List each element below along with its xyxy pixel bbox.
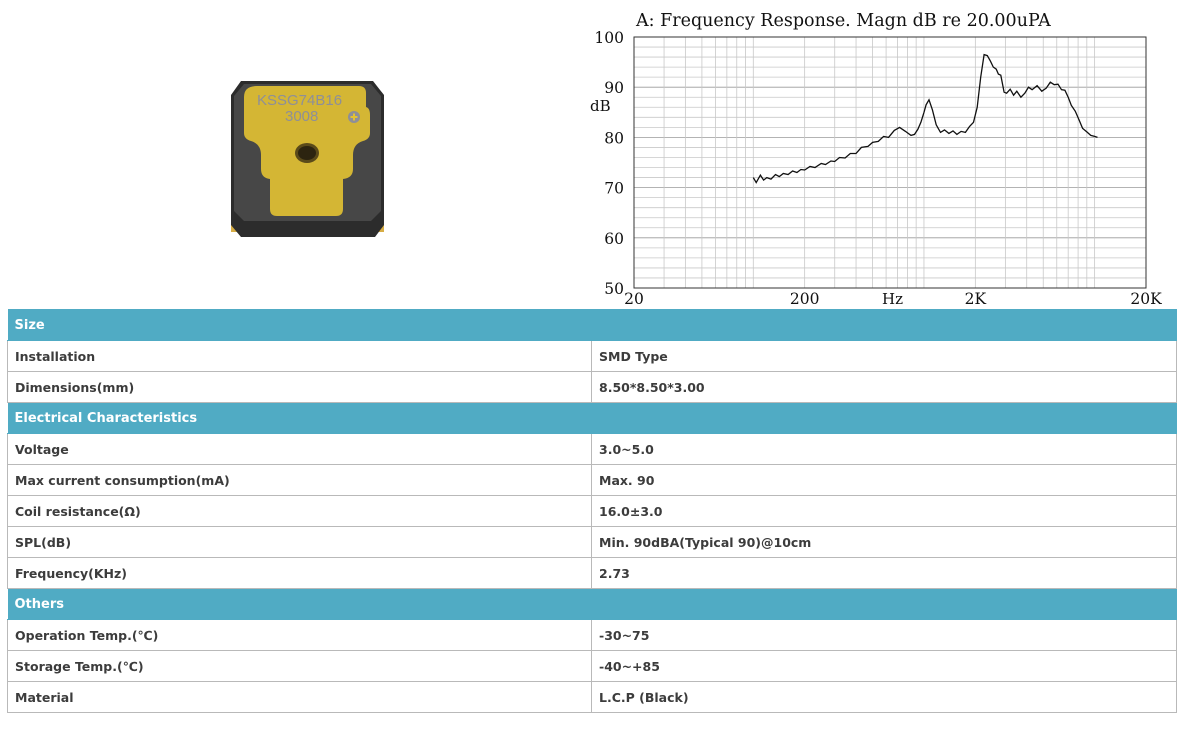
y-tick-label: 100 (594, 29, 624, 47)
spec-row: Dimensions(mm) 8.50*8.50*3.00 (7, 371, 1178, 403)
y-axis-label: dB (590, 97, 611, 115)
spec-row: SPL(dB) Min. 90dBA(Typical 90)@10cm (7, 526, 1178, 558)
spec-label: SPL(dB) (7, 526, 592, 558)
spec-table: Size Installation SMD Type Dimensions(mm) 8.… (7, 309, 1178, 713)
y-tick-label: 60 (604, 230, 624, 248)
frequency-response-chart: A: Frequency Response. Magn dB re 20.00u… (590, 11, 1162, 308)
spec-value: 3.0~5.0 (590, 433, 1178, 465)
section-header: Others (7, 588, 1177, 620)
section-header: Size (7, 309, 1177, 341)
y-tick-label: 50 (604, 280, 624, 298)
x-tick-label: 20K (1130, 290, 1162, 308)
spec-row: Coil resistance(Ω) 16.0±3.0 (7, 495, 1178, 527)
section-header-row: Others (7, 588, 1177, 620)
section-header-row: Electrical Characteristics (7, 402, 1177, 434)
spec-value: -30~75 (590, 619, 1178, 651)
spec-label: Coil resistance(Ω) (7, 495, 592, 527)
chart-title: A: Frequency Response. Magn dB re 20.00u… (635, 11, 1051, 31)
spec-value: 2.73 (590, 557, 1178, 589)
section-header: Electrical Characteristics (7, 402, 1177, 434)
spec-label: Max current consumption(mA) (7, 464, 592, 496)
y-tick-label: 70 (604, 180, 624, 198)
x-axis-label: Hz (882, 290, 903, 308)
spec-value: Min. 90dBA(Typical 90)@10cm (590, 526, 1178, 558)
spec-value: 16.0±3.0 (590, 495, 1178, 527)
spec-label: Material (7, 681, 592, 713)
x-tick-label: 2K (965, 290, 987, 308)
spec-value: Max. 90 (590, 464, 1178, 496)
y-tick-label: 80 (604, 129, 624, 147)
y-tick-label: 90 (604, 79, 624, 97)
product-marking-2: 3008 (285, 108, 318, 125)
section-header-row: Size (7, 309, 1177, 341)
spec-value: 8.50*8.50*3.00 (590, 371, 1178, 403)
spec-value: L.C.P (Black) (590, 681, 1178, 713)
spec-row: Max current consumption(mA) Max. 90 (7, 464, 1178, 496)
spec-row: Operation Temp.(℃) -30~75 (7, 619, 1178, 651)
spec-row: Material L.C.P (Black) (7, 681, 1178, 713)
plot-frame (633, 36, 1147, 289)
product-marking-1: KSSG74B16 (257, 92, 342, 109)
spec-label: Operation Temp.(℃) (7, 619, 592, 651)
product-photo: KSSG74B16 3008 (231, 81, 384, 237)
spec-row: Installation SMD Type (7, 340, 1178, 372)
x-tick-label: 20 (624, 290, 644, 308)
spec-label: Voltage (7, 433, 592, 465)
spec-value: -40~+85 (590, 650, 1178, 682)
spec-label: Storage Temp.(℃) (7, 650, 592, 682)
chart-grid (633, 36, 1147, 289)
spec-label: Installation (7, 340, 592, 372)
spec-value: SMD Type (590, 340, 1178, 372)
spec-row: Frequency(KHz) 2.73 (7, 557, 1178, 589)
spec-label: Dimensions(mm) (7, 371, 592, 403)
spec-label: Frequency(KHz) (7, 557, 592, 589)
spec-row: Voltage 3.0~5.0 (7, 433, 1178, 465)
spec-row: Storage Temp.(℃) -40~+85 (7, 650, 1178, 682)
x-tick-label: 200 (790, 290, 820, 308)
